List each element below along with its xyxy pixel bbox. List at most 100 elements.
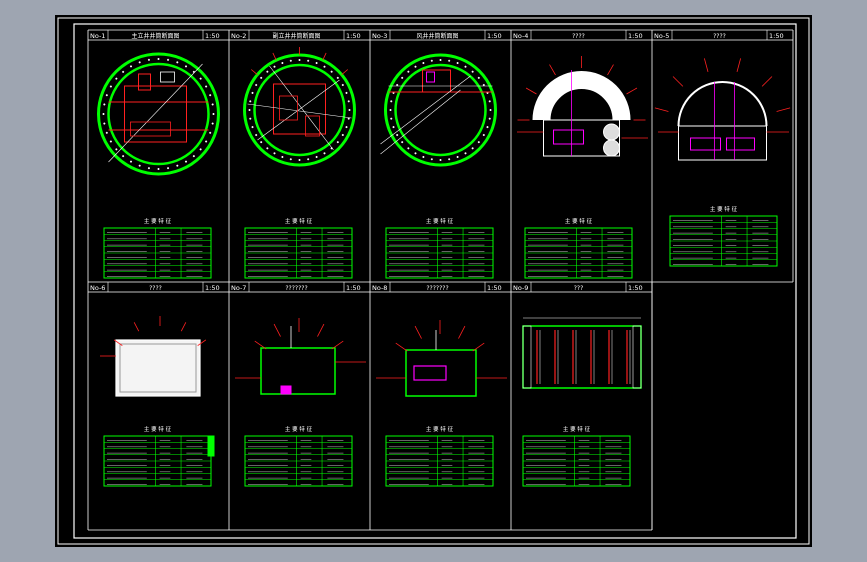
bolt-point [105, 131, 108, 134]
bolt-point [212, 112, 215, 116]
panel-title: 风井井筒断面图 [416, 32, 458, 40]
panel-title: ??????? [285, 285, 307, 292]
bolt-point [103, 122, 106, 125]
bolt-point [336, 141, 339, 144]
bolt-point [266, 70, 269, 73]
table-title: 主 要 特 征 [144, 425, 172, 433]
bolt-point [341, 133, 344, 137]
bolt-point [109, 85, 112, 88]
bolt-point [138, 164, 141, 167]
bolt-point [176, 61, 179, 64]
bolt-point [249, 117, 252, 120]
bolt-point [345, 91, 348, 94]
bolt-point [102, 112, 105, 116]
bolt-point [456, 155, 459, 159]
panel-scale: 1:50 [769, 32, 784, 40]
panel-scale: 1:50 [346, 284, 361, 292]
bolt-point [115, 77, 118, 80]
bolt-point [488, 117, 491, 120]
bolt-point [347, 100, 350, 103]
bolt-point [260, 76, 263, 79]
bolt-point [390, 117, 393, 120]
panel-title: 主立井井筒断面图 [131, 32, 179, 40]
bolt-point [390, 100, 393, 103]
bolt-point [289, 158, 292, 161]
chamber-outline [115, 339, 201, 397]
bolt-point [486, 126, 489, 129]
bolt-point [209, 131, 212, 134]
bolt-point [147, 167, 150, 170]
bolt-point [307, 59, 310, 62]
bolt-point [323, 152, 326, 155]
bolt-point [281, 61, 284, 65]
bolt-point [298, 158, 301, 162]
bolt-point [266, 147, 269, 150]
bolt-point [103, 103, 106, 106]
bolt-point [255, 133, 258, 137]
panel-scale: 1:50 [628, 284, 643, 292]
bolt-point [401, 76, 404, 79]
bolt-point [298, 58, 301, 62]
bolt-point [341, 83, 344, 87]
bolt-point [129, 65, 133, 68]
bolt-point [336, 76, 339, 79]
bolt-point [184, 160, 188, 163]
bolt-point [138, 61, 141, 64]
panel-scale: 1:50 [487, 32, 502, 40]
panel-scale: 1:50 [205, 32, 220, 40]
bolt-point [157, 57, 160, 61]
panel-scale: 1:50 [205, 284, 220, 292]
table-title: 主 要 特 征 [144, 217, 172, 225]
pipe-section [603, 123, 620, 141]
bolt-point [205, 140, 208, 143]
bolt-point [477, 76, 480, 79]
table-title: 主 要 特 征 [426, 217, 454, 225]
bolt-point [289, 59, 292, 62]
bolt-point [422, 61, 425, 65]
panel-title: ???? [149, 285, 162, 292]
panel-number: No-5 [654, 32, 669, 40]
bolt-point [414, 152, 417, 155]
bolt-point [281, 155, 284, 159]
panel-title: ???? [572, 33, 585, 40]
bolt-point [147, 58, 150, 61]
bolt-point [448, 158, 451, 161]
bolt-point [489, 108, 492, 112]
table-title: 主 要 特 征 [710, 205, 738, 213]
bolt-point [167, 167, 170, 170]
panel-number: No-2 [231, 32, 246, 40]
bolt-point [211, 103, 214, 106]
bolt-point [464, 152, 467, 155]
bolt-point [109, 140, 112, 143]
bolt-point [482, 83, 485, 87]
panel-scale: 1:50 [346, 32, 361, 40]
table-title: 主 要 特 征 [565, 217, 593, 225]
panel-number: No-3 [372, 32, 387, 40]
table-title: 主 要 特 征 [563, 425, 591, 433]
cad-drawing-canvas: No-1 主立井井筒断面图 1:50 主 要 特 征 No-2 副立井井筒断面图 1:50 主… [0, 0, 867, 562]
bolt-point [273, 65, 276, 68]
panel-number: No-1 [90, 32, 105, 40]
bolt-point [255, 83, 258, 87]
bolt-point [414, 65, 417, 68]
panel-number: No-7 [231, 284, 246, 292]
bolt-point [209, 94, 212, 97]
panel-number: No-8 [372, 284, 387, 292]
bolt-point [389, 108, 392, 112]
bolt-point [396, 133, 399, 137]
bolt-point [307, 158, 310, 161]
bolt-point [477, 141, 480, 144]
bolt-point [439, 158, 442, 162]
bolt-point [176, 164, 179, 167]
pipe-section [603, 139, 620, 157]
bolt-point [122, 155, 125, 158]
bolt-point [249, 100, 252, 103]
bolt-point [407, 147, 410, 150]
equipment-block [280, 385, 292, 395]
table-title: 主 要 特 征 [285, 425, 313, 433]
bolt-point [396, 83, 399, 87]
bolt-point [345, 126, 348, 129]
bolt-point [184, 65, 188, 68]
bolt-point [348, 108, 351, 112]
bolt-point [260, 141, 263, 144]
